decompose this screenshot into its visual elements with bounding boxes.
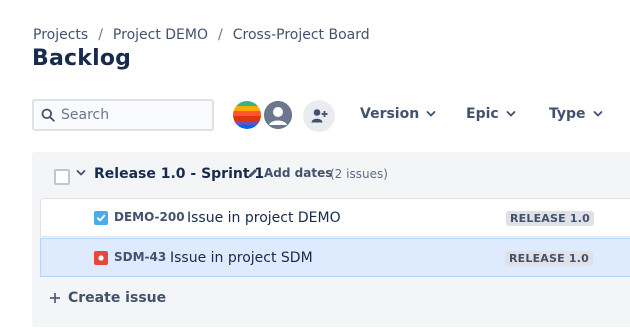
avatar-image xyxy=(233,101,261,129)
search-icon xyxy=(41,108,55,122)
breadcrumb-project-demo[interactable]: Project DEMO xyxy=(113,27,208,43)
sprint-name: Release 1.0 - Sprint 1 xyxy=(94,166,265,182)
version-lozenge: RELEASE 1.0 xyxy=(506,211,594,226)
pencil-icon xyxy=(248,169,257,178)
add-dates-label: Add dates xyxy=(264,166,333,180)
breadcrumb-projects[interactable]: Projects xyxy=(33,27,88,43)
type-filter[interactable]: Type xyxy=(549,106,603,122)
story-icon xyxy=(94,211,108,225)
bug-icon xyxy=(94,251,108,265)
epic-filter[interactable]: Epic xyxy=(466,106,516,122)
version-filter-label: Version xyxy=(360,106,420,122)
plus-icon xyxy=(50,293,60,303)
add-people-button[interactable] xyxy=(303,100,335,132)
table-row[interactable]: SDM-43 Issue in project SDM RELEASE 1.0 xyxy=(40,238,630,277)
add-dates-button[interactable]: Add dates xyxy=(247,166,332,180)
breadcrumb: Projects / Project DEMO / Cross-Project … xyxy=(33,27,370,43)
sprint-select-checkbox[interactable] xyxy=(54,169,70,185)
avatar[interactable] xyxy=(231,99,263,131)
table-row[interactable]: DEMO-200 Issue in project DEMO RELEASE 1… xyxy=(40,198,630,237)
sprint-header: Release 1.0 - Sprint 1 Add dates (2 issu… xyxy=(32,152,630,198)
chevron-down-icon xyxy=(506,111,516,117)
breadcrumb-separator: / xyxy=(218,27,223,43)
avatar[interactable] xyxy=(262,99,294,131)
chevron-down-icon xyxy=(593,111,602,117)
issue-summary: Issue in project SDM xyxy=(170,250,313,266)
page-title: Backlog xyxy=(32,46,132,71)
breadcrumb-cross-project-board[interactable]: Cross-Project Board xyxy=(233,27,370,43)
add-user-icon xyxy=(311,109,328,123)
create-issue-button[interactable]: Create issue xyxy=(49,290,166,306)
chevron-down-icon[interactable] xyxy=(76,169,86,177)
sprint-container: Release 1.0 - Sprint 1 Add dates (2 issu… xyxy=(32,152,630,327)
version-lozenge: RELEASE 1.0 xyxy=(505,251,593,266)
user-icon xyxy=(264,101,292,129)
issue-count: (2 issues) xyxy=(330,167,388,181)
issue-key[interactable]: DEMO-200 xyxy=(114,210,185,224)
search-box[interactable] xyxy=(32,99,214,131)
issue-summary: Issue in project DEMO xyxy=(187,210,341,226)
search-input[interactable] xyxy=(61,107,201,123)
version-filter[interactable]: Version xyxy=(360,106,436,122)
breadcrumb-separator: / xyxy=(98,27,103,43)
issue-key[interactable]: SDM-43 xyxy=(114,250,166,264)
epic-filter-label: Epic xyxy=(466,106,499,122)
chevron-down-icon xyxy=(426,111,436,117)
create-issue-label: Create issue xyxy=(68,290,167,306)
type-filter-label: Type xyxy=(549,106,586,122)
